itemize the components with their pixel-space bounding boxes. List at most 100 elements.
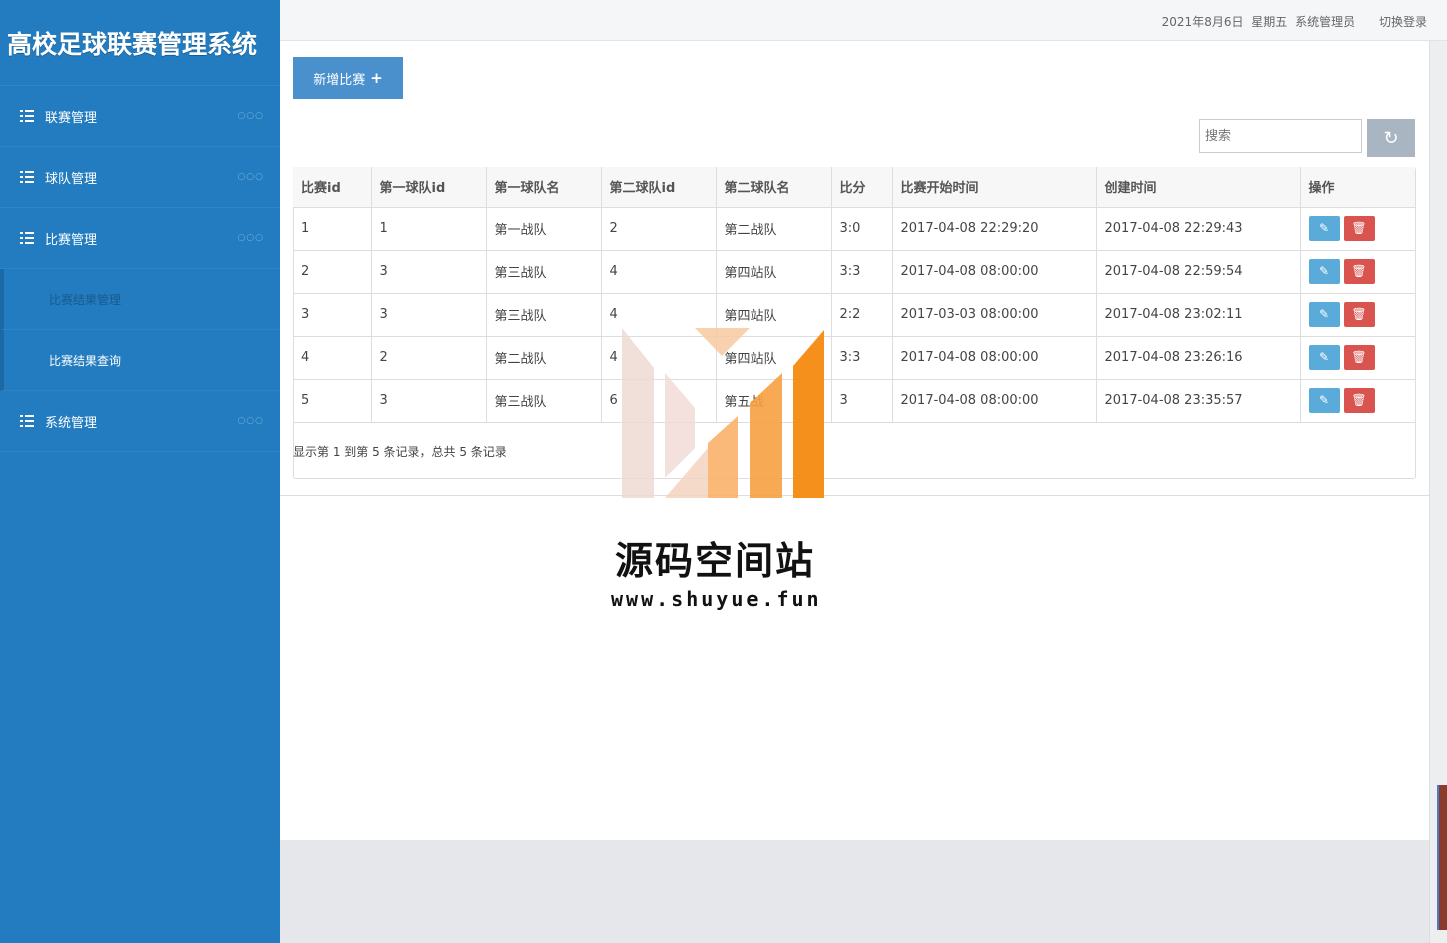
actions-cell: ✎ 🗑 (1300, 207, 1415, 251)
delete-button[interactable]: 🗑 (1343, 388, 1375, 413)
sidebar-item-team[interactable]: 球队管理 ○○○ (0, 147, 280, 208)
table-row: 2 3 第三战队 4 第四站队 3:3 2017-04-08 08:00:00 … (293, 250, 1415, 294)
list-icon (20, 171, 35, 183)
edit-button[interactable]: ✎ (1308, 302, 1340, 327)
table-cell: 4 (601, 250, 717, 294)
actions-cell: ✎ 🗑 (1300, 250, 1415, 294)
table-row: 4 2 第二战队 4 第四站队 3:3 2017-04-08 08:00:00 … (293, 336, 1415, 380)
current-date: 2021年8月6日 (1161, 15, 1244, 29)
table-cell: 1 (371, 207, 487, 251)
expand-dots-icon: ○○○ (237, 111, 264, 121)
refresh-icon: ↻ (1383, 127, 1399, 148)
list-icon (20, 415, 35, 427)
table-cell: 3 (831, 379, 893, 423)
table-cell: 2017-04-08 23:26:16 (1096, 336, 1301, 380)
table-cell: 2 (601, 207, 717, 251)
sidebar-subitem-result-manage[interactable]: 比赛结果管理 (0, 269, 280, 330)
switch-login-link[interactable]: 切换登录 (1379, 15, 1427, 29)
column-header[interactable]: 第一球队id (371, 167, 487, 208)
table-cell: 2017-03-03 08:00:00 (892, 293, 1097, 337)
table-cell: 2017-04-08 08:00:00 (892, 250, 1097, 294)
actions-cell: ✎ 🗑 (1300, 379, 1415, 423)
sidebar-item-match[interactable]: 比赛管理 ○○○ (0, 208, 280, 269)
sidebar-item-label: 联赛管理 (45, 110, 98, 126)
delete-button[interactable]: 🗑 (1343, 345, 1375, 370)
table-cell: 2017-04-08 22:29:43 (1096, 207, 1301, 251)
edit-icon: ✎ (1318, 264, 1330, 278)
table-cell: 3 (371, 250, 487, 294)
table-cell: 1 (293, 207, 372, 251)
edge-thumbnail (1437, 785, 1447, 930)
search-input[interactable] (1199, 119, 1362, 153)
table-cell: 2017-04-08 23:02:11 (1096, 293, 1301, 337)
column-header[interactable]: 比分 (831, 167, 893, 208)
table-cell: 2 (371, 336, 487, 380)
top-bar: 2021年8月6日 星期五 系统管理员 切换登录 (280, 0, 1447, 41)
delete-button[interactable]: 🗑 (1343, 216, 1375, 241)
column-header: 操作 (1300, 167, 1415, 208)
edit-icon: ✎ (1318, 221, 1330, 235)
table-row: 3 3 第三战队 4 第四站队 2:2 2017-03-03 08:00:00 … (293, 293, 1415, 337)
delete-button[interactable]: 🗑 (1343, 259, 1375, 284)
table-cell: 2017-04-08 08:00:00 (892, 379, 1097, 423)
edit-button[interactable]: ✎ (1308, 259, 1340, 284)
table-row: 1 1 第一战队 2 第二战队 3:0 2017-04-08 22:29:20 … (293, 207, 1415, 251)
table-cell: 第二战队 (486, 336, 602, 380)
table-cell: 3 (293, 293, 372, 337)
column-header[interactable]: 第一球队名 (486, 167, 602, 208)
table-row: 5 3 第三战队 6 第五战 3 2017-04-08 08:00:00 201… (293, 379, 1415, 423)
sidebar-item-label: 系统管理 (45, 415, 98, 431)
match-table: 比赛id 第一球队id 第一球队名 第二球队id 第二球队名 比分 比赛开始时间… (293, 167, 1415, 423)
table-cell: 5 (293, 379, 372, 423)
edit-button[interactable]: ✎ (1308, 216, 1340, 241)
table-cell: 3:3 (831, 250, 893, 294)
trash-icon: 🗑 (1351, 393, 1367, 407)
edit-icon: ✎ (1318, 393, 1330, 407)
table-header-row: 比赛id 第一球队id 第一球队名 第二球队id 第二球队名 比分 比赛开始时间… (293, 167, 1415, 208)
watermark-url: www.shuyue.fun (611, 587, 822, 611)
top-bar-info: 2021年8月6日 星期五 系统管理员 切换登录 (1158, 13, 1427, 30)
edit-button[interactable]: ✎ (1308, 345, 1340, 370)
actions-cell: ✎ 🗑 (1300, 293, 1415, 337)
expand-dots-icon: ○○○ (237, 416, 264, 426)
column-header[interactable]: 第二球队名 (716, 167, 832, 208)
main-content: 新增比赛 + ↻ 比赛id 第一球队id 第一球队名 第二球队id 第二球队名 … (280, 41, 1429, 840)
watermark-title: 源码空间站 (615, 539, 816, 583)
table-cell: 第一战队 (486, 207, 602, 251)
column-header[interactable]: 比赛开始时间 (892, 167, 1097, 208)
plus-icon: + (370, 69, 383, 87)
sidebar-subitem-result-query[interactable]: 比赛结果查询 (0, 330, 280, 391)
column-header[interactable]: 比赛id (293, 167, 372, 208)
expand-dots-icon: ○○○ (237, 172, 264, 182)
pagination-summary: 显示第 1 到第 5 条记录，总共 5 条记录 (293, 445, 507, 459)
add-match-label: 新增比赛 (313, 72, 366, 88)
table-cell: 第三战队 (486, 293, 602, 337)
table-cell: 2:2 (831, 293, 893, 337)
table-cell: 4 (293, 336, 372, 380)
trash-icon: 🗑 (1351, 307, 1367, 321)
column-header[interactable]: 第二球队id (601, 167, 717, 208)
edit-button[interactable]: ✎ (1308, 388, 1340, 413)
column-header[interactable]: 创建时间 (1096, 167, 1301, 208)
list-icon (20, 232, 35, 244)
table-cell: 2017-04-08 23:35:57 (1096, 379, 1301, 423)
table-cell: 2017-04-08 08:00:00 (892, 336, 1097, 380)
table-cell: 第二战队 (716, 207, 832, 251)
table-cell: 2017-04-08 22:29:20 (892, 207, 1097, 251)
table-cell: 3:3 (831, 336, 893, 380)
table-cell: 3:0 (831, 207, 893, 251)
table-cell: 2 (293, 250, 372, 294)
delete-button[interactable]: 🗑 (1343, 302, 1375, 327)
table-cell: 第三战队 (486, 379, 602, 423)
current-weekday: 星期五 (1251, 15, 1288, 29)
table-cell: 第三战队 (486, 250, 602, 294)
app-title: 高校足球联赛管理系统 (0, 0, 280, 86)
add-match-button[interactable]: 新增比赛 + (293, 57, 403, 99)
sidebar-item-label: 球队管理 (45, 171, 98, 187)
sidebar-item-label: 比赛管理 (45, 232, 98, 248)
sidebar-item-system[interactable]: 系统管理 ○○○ (0, 391, 280, 452)
trash-icon: 🗑 (1351, 350, 1367, 364)
list-icon (20, 110, 35, 122)
sidebar-item-league[interactable]: 联赛管理 ○○○ (0, 86, 280, 147)
refresh-button[interactable]: ↻ (1367, 119, 1415, 157)
